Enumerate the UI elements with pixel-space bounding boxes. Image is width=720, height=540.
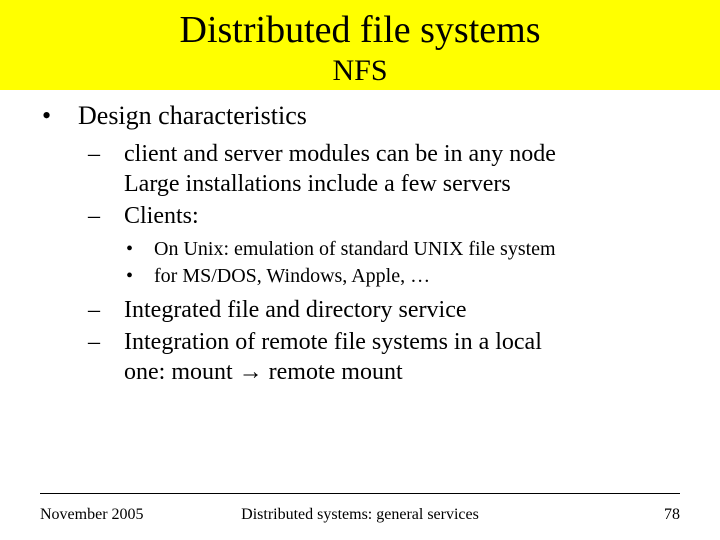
list-item: –Integrated file and directory service: [124, 295, 680, 325]
list-item: •On Unix: emulation of standard UNIX fil…: [154, 237, 680, 262]
level3-group: •On Unix: emulation of standard UNIX fil…: [140, 237, 680, 289]
level2-text: Clients:: [124, 203, 199, 229]
dash-icon: –: [106, 139, 124, 169]
dash-icon: –: [106, 201, 124, 231]
footer-date: November 2005: [40, 506, 144, 524]
title-band: Distributed file systems NFS: [0, 0, 720, 90]
content-area: •Design characteristics –client and serv…: [0, 90, 720, 387]
page-number: 78: [664, 506, 680, 524]
level2-text: Integration of remote file systems in a …: [124, 329, 542, 355]
text-fragment: one: mount: [124, 359, 239, 385]
bullet-dot-icon: •: [140, 237, 154, 262]
level2-text: Integrated file and directory service: [124, 297, 467, 323]
dash-icon: –: [106, 327, 124, 357]
list-item: –Clients:: [124, 201, 680, 231]
level2-group: –client and server modules can be in any…: [106, 139, 680, 387]
level1-text: Design characteristics: [78, 101, 307, 130]
continuation-line: one: mount → remote mount: [124, 357, 680, 387]
level3-text: for MS/DOS, Windows, Apple, …: [154, 265, 430, 287]
dash-icon: –: [106, 295, 124, 325]
level3-text: On Unix: emulation of standard UNIX file…: [154, 238, 556, 260]
bullet-level1: •Design characteristics: [78, 100, 680, 133]
arrow-right-icon: →: [239, 358, 263, 385]
bullet-dot-icon: •: [140, 264, 154, 289]
list-item: –client and server modules can be in any…: [124, 139, 680, 169]
list-item: •for MS/DOS, Windows, Apple, …: [154, 264, 680, 289]
slide-title: Distributed file systems: [0, 8, 720, 52]
slide-subtitle: NFS: [0, 54, 720, 88]
continuation-line: Large installations include a few server…: [124, 169, 680, 199]
footer-divider: [40, 493, 680, 494]
level2-text: client and server modules can be in any …: [124, 141, 556, 167]
slide: Distributed file systems NFS •Design cha…: [0, 0, 720, 540]
list-item: –Integration of remote file systems in a…: [124, 327, 680, 357]
footer: November 2005 Distributed systems: gener…: [40, 506, 680, 524]
text-fragment: remote mount: [263, 359, 403, 385]
bullet-dot-icon: •: [60, 100, 78, 133]
